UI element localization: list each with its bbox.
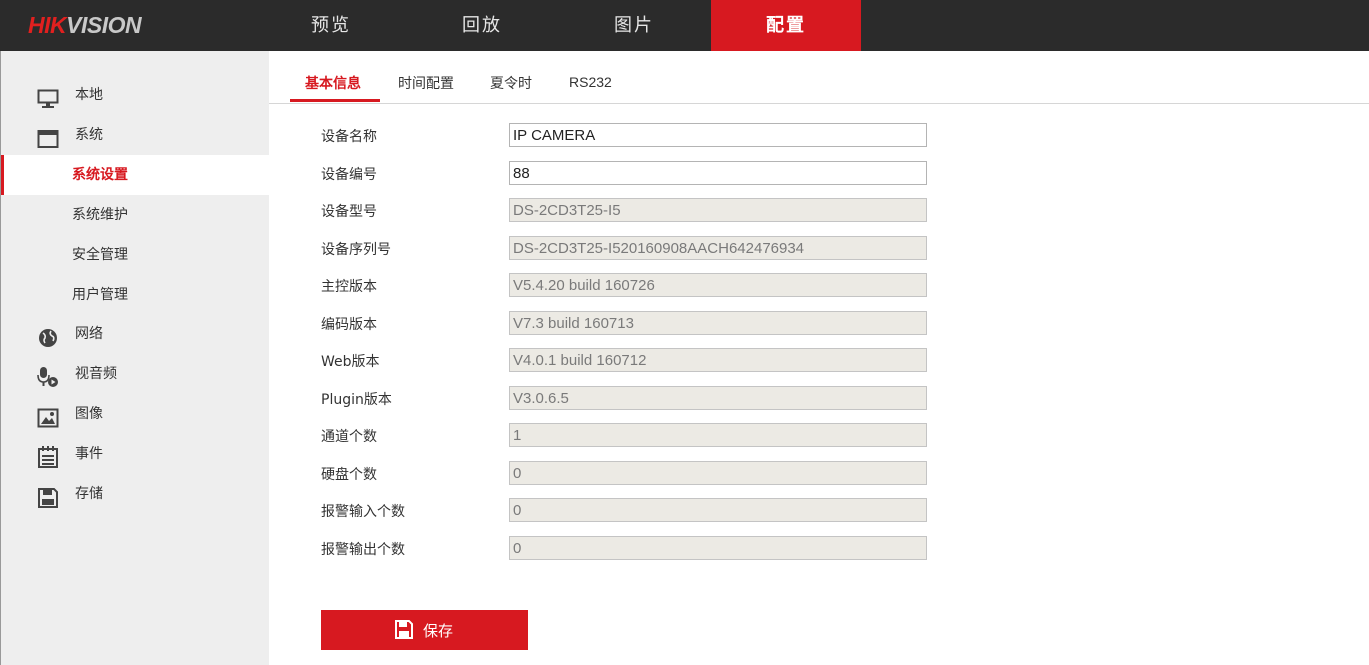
sidebar-item-label: 本地 (75, 87, 103, 103)
save-button[interactable]: 保存 (321, 610, 528, 650)
sidebar-item-label: 事件 (75, 446, 103, 462)
sidebar-item-system-settings[interactable]: 系统设置 (1, 155, 269, 195)
image-icon (37, 404, 59, 428)
serial-number-field (509, 236, 927, 260)
sidebar-item-label: 存储 (75, 486, 103, 502)
sidebar-item-label: 用户管理 (72, 287, 128, 303)
device-model-field (509, 198, 927, 222)
plugin-version-label: Plugin版本 (321, 392, 392, 408)
firmware-version-field (509, 273, 927, 297)
floppy-icon (37, 484, 59, 508)
web-version-label: Web版本 (321, 354, 380, 370)
globe-icon (37, 324, 59, 347)
web-version-field (509, 348, 927, 372)
channel-count-field (509, 423, 927, 447)
device-name-input[interactable] (509, 123, 927, 147)
alarm-input-count-field (509, 498, 927, 522)
device-number-label: 设备编号 (321, 167, 377, 183)
save-button-label: 保存 (423, 623, 454, 640)
plugin-version-field (509, 386, 927, 410)
nav-tab-preview[interactable]: 预览 (256, 0, 406, 51)
sidebar-item-network[interactable]: 网络 (1, 314, 269, 354)
sidebar-item-image[interactable]: 图像 (1, 394, 269, 434)
sidebar-item-label: 系统 (75, 127, 103, 143)
sidebar-item-label: 视音频 (75, 366, 117, 382)
hdd-count-field (509, 461, 927, 485)
firmware-version-label: 主控版本 (321, 279, 377, 295)
microphone-icon (37, 364, 59, 387)
tab-rs232[interactable]: RS232 (569, 74, 612, 90)
tab-dst[interactable]: 夏令时 (490, 73, 532, 93)
tab-time-settings[interactable]: 时间配置 (398, 73, 454, 93)
serial-number-label: 设备序列号 (321, 242, 391, 258)
floppy-icon (395, 620, 413, 639)
device-number-input[interactable] (509, 161, 927, 185)
sub-tab-bar: 基本信息 时间配置 夏令时 RS232 (269, 51, 1369, 104)
sidebar-item-storage[interactable]: 存储 (1, 474, 269, 514)
encoding-version-field (509, 311, 927, 335)
list-icon (37, 444, 59, 468)
top-nav-bar: HIKVISION 预览 回放 图片 配置 (0, 0, 1369, 51)
sidebar-item-system[interactable]: 系统 (1, 115, 269, 155)
device-name-label: 设备名称 (321, 129, 377, 145)
hdd-count-label: 硬盘个数 (321, 467, 377, 483)
device-model-label: 设备型号 (321, 204, 377, 220)
sidebar-item-label: 系统设置 (72, 167, 128, 183)
sidebar-item-user-management[interactable]: 用户管理 (1, 275, 269, 315)
sidebar-item-system-maintenance[interactable]: 系统维护 (1, 195, 269, 235)
sidebar-item-label: 网络 (75, 326, 103, 342)
sidebar-item-label: 系统维护 (72, 207, 128, 223)
tab-basic-info[interactable]: 基本信息 (305, 73, 361, 93)
window-icon (37, 125, 59, 148)
sidebar-item-label: 图像 (75, 406, 103, 422)
alarm-input-count-label: 报警输入个数 (321, 504, 405, 520)
encoding-version-label: 编码版本 (321, 317, 377, 333)
sidebar: 本地 系统 系统设置 系统维护 安全管理 用户管理 网络 视音频 图像 事件 存… (0, 51, 269, 665)
alarm-output-count-field (509, 536, 927, 560)
alarm-output-count-label: 报警输出个数 (321, 542, 405, 558)
channel-count-label: 通道个数 (321, 429, 377, 445)
nav-tab-playback[interactable]: 回放 (407, 0, 557, 51)
nav-tab-configuration[interactable]: 配置 (711, 0, 861, 51)
sidebar-item-local[interactable]: 本地 (1, 75, 269, 115)
sidebar-item-video-audio[interactable]: 视音频 (1, 354, 269, 394)
sidebar-item-security[interactable]: 安全管理 (1, 235, 269, 275)
sidebar-item-label: 安全管理 (72, 247, 128, 263)
hikvision-logo: HIKVISION (28, 12, 142, 38)
sidebar-item-event[interactable]: 事件 (1, 434, 269, 474)
nav-tab-picture[interactable]: 图片 (559, 0, 709, 51)
monitor-icon (37, 85, 59, 108)
active-tab-indicator (290, 99, 380, 102)
